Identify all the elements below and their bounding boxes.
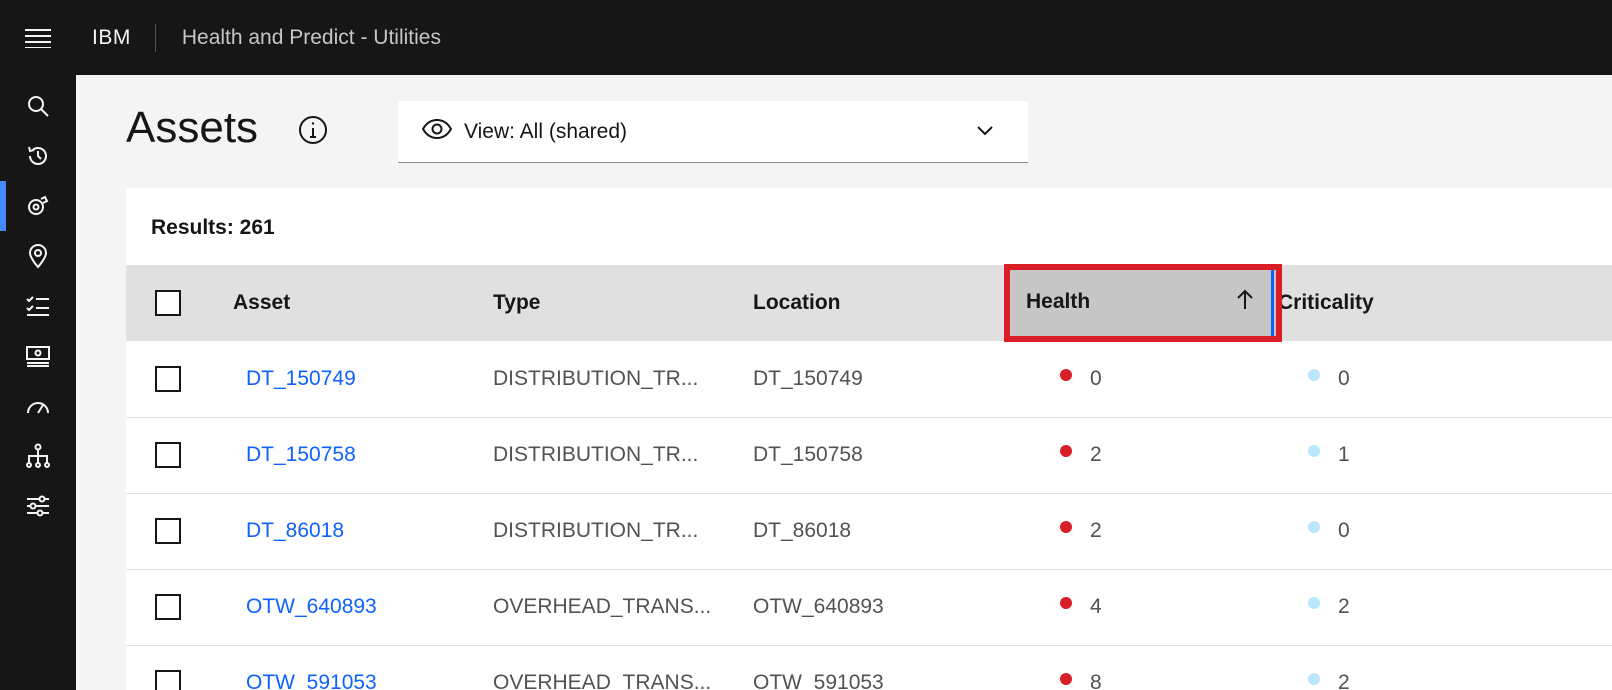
brand-logo[interactable]: IBM <box>76 23 156 52</box>
type-cell: DISTRIBUTION_TR... <box>493 443 699 466</box>
column-header-type[interactable]: Type <box>493 265 753 341</box>
table-header-row: Asset Type Location Health Criticality <box>126 264 1612 342</box>
health-cell: 2 <box>1012 417 1272 493</box>
chevron-down-icon <box>976 123 994 141</box>
health-cell: 0 <box>1012 341 1272 417</box>
column-header-asset[interactable]: Asset <box>233 265 493 341</box>
main-content: Assets View: All (shared) Results: 261 A… <box>76 75 1612 690</box>
criticality-status-dot <box>1308 368 1320 381</box>
results-count: Results: 261 <box>151 216 275 239</box>
criticality-status-dot <box>1308 597 1320 609</box>
criticality-status-dot <box>1308 445 1320 457</box>
criticality-value: 2 <box>1338 595 1350 618</box>
row-checkbox[interactable] <box>155 518 181 544</box>
health-value: 2 <box>1090 443 1102 466</box>
app-title: Health and Predict - Utilities <box>181 25 441 49</box>
criticality-value: 2 <box>1338 671 1350 690</box>
health-status-dot <box>1060 445 1072 457</box>
type-cell: OVERHEAD_TRANS... <box>493 671 712 690</box>
hierarchy-icon[interactable] <box>0 431 76 481</box>
health-value: 2 <box>1090 519 1102 542</box>
dashboard-card-icon[interactable] <box>0 331 76 381</box>
health-status-dot <box>1060 597 1072 609</box>
criticality-cell: 1 <box>1272 417 1612 493</box>
criticality-cell: 2 <box>1272 569 1612 645</box>
location-cell: DT_150749 <box>753 366 863 390</box>
column-header-location[interactable]: Location <box>753 265 1012 341</box>
settings-sliders-icon[interactable] <box>0 481 76 531</box>
health-cell: 2 <box>1012 493 1272 569</box>
assets-table: Asset Type Location Health Criticality D… <box>126 264 1612 690</box>
criticality-cell: 0 <box>1272 341 1612 417</box>
health-highlight: Health <box>1004 264 1282 342</box>
asset-link[interactable]: DT_150749 <box>246 367 356 390</box>
health-status-dot <box>1060 521 1072 533</box>
view-dropdown-label: View: All (shared) <box>464 119 628 143</box>
asset-link[interactable]: OTW_640893 <box>246 595 377 618</box>
select-all-checkbox[interactable] <box>155 290 181 316</box>
location-cell: OTW_640893 <box>753 595 884 618</box>
health-status-dot <box>1060 673 1072 685</box>
health-value: 4 <box>1090 595 1102 618</box>
table-row[interactable]: DT_150758 DISTRIBUTION_TR... DT_150758 2 1 <box>126 417 1612 493</box>
table-row[interactable]: OTW_640893 OVERHEAD_TRANS... OTW_640893 4 2 <box>126 569 1612 645</box>
row-checkbox[interactable] <box>155 442 181 468</box>
table-row[interactable]: DT_150749 DISTRIBUTION_TR... DT_150749 0 0 <box>126 341 1612 417</box>
row-checkbox[interactable] <box>155 594 181 620</box>
criticality-status-dot <box>1308 673 1320 685</box>
health-cell: 8 <box>1012 645 1272 690</box>
location-cell: OTW_591053 <box>753 671 884 690</box>
row-checkbox[interactable] <box>155 670 181 690</box>
history-icon[interactable] <box>0 131 76 181</box>
criticality-value: 0 <box>1338 519 1350 542</box>
assets-table-panel: Results: 261 Asset Type Location Health <box>126 188 1612 690</box>
criticality-status-dot <box>1308 521 1320 533</box>
eye-icon <box>421 118 453 144</box>
health-status-dot <box>1060 368 1072 381</box>
location-icon[interactable] <box>0 231 76 281</box>
info-icon[interactable] <box>298 115 332 149</box>
checklist-icon[interactable] <box>0 281 76 331</box>
column-header-criticality[interactable]: Criticality <box>1272 265 1612 341</box>
page-title: Assets <box>126 103 259 152</box>
gauge-icon[interactable] <box>0 381 76 431</box>
asset-link[interactable]: DT_150758 <box>246 443 356 466</box>
location-cell: DT_150758 <box>753 443 863 466</box>
criticality-cell: 2 <box>1272 645 1612 690</box>
type-cell: DISTRIBUTION_TR... <box>493 519 699 542</box>
assets-icon[interactable] <box>0 181 76 231</box>
column-header-health[interactable]: Health <box>1004 264 1282 342</box>
table-row[interactable]: OTW_591053 OVERHEAD_TRANS... OTW_591053 8 2 <box>126 645 1612 690</box>
criticality-value: 1 <box>1338 443 1350 466</box>
type-cell: DISTRIBUTION_TR... <box>493 366 699 390</box>
top-bar: IBM Health and Predict - Utilities <box>0 0 1612 75</box>
table-row[interactable]: DT_86018 DISTRIBUTION_TR... DT_86018 2 0 <box>126 493 1612 569</box>
location-cell: DT_86018 <box>753 519 852 542</box>
menu-icon[interactable] <box>0 0 76 75</box>
health-value: 0 <box>1090 366 1102 390</box>
side-nav <box>0 75 76 690</box>
row-checkbox[interactable] <box>155 365 181 392</box>
search-icon[interactable] <box>0 81 76 131</box>
health-value: 8 <box>1090 671 1102 690</box>
health-cell: 4 <box>1012 569 1272 645</box>
arrow-up-icon[interactable] <box>1236 288 1254 316</box>
asset-link[interactable]: DT_86018 <box>246 519 344 542</box>
view-dropdown[interactable]: View: All (shared) <box>398 101 1028 163</box>
criticality-value: 0 <box>1338 366 1350 390</box>
type-cell: OVERHEAD_TRANS... <box>493 595 712 618</box>
criticality-cell: 0 <box>1272 493 1612 569</box>
asset-link[interactable]: OTW_591053 <box>246 671 377 690</box>
column-header-health-label: Health <box>1026 290 1091 313</box>
